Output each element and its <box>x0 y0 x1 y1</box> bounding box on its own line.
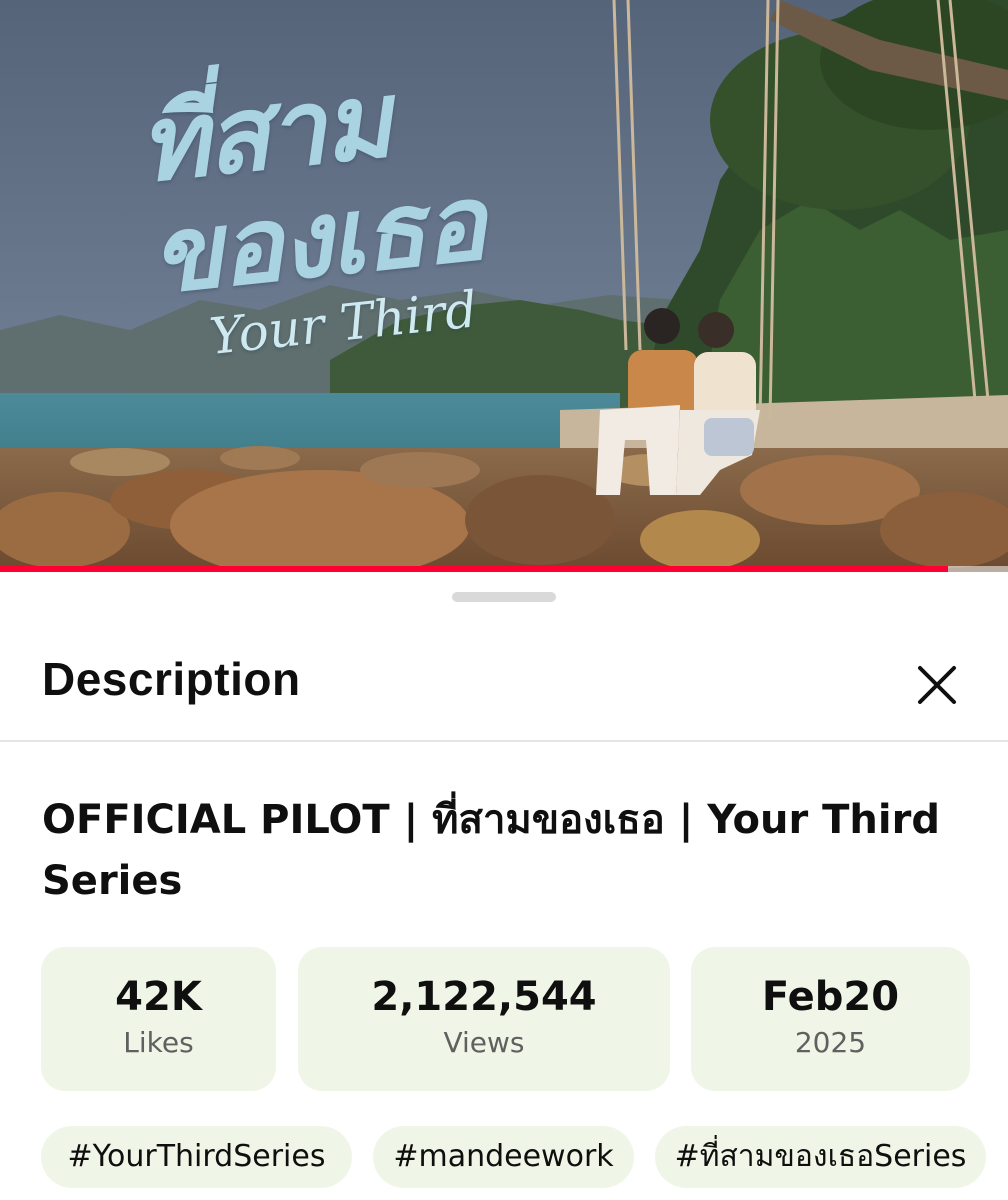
views-label: Views <box>443 1026 525 1059</box>
sheet-drag-handle[interactable] <box>452 592 556 602</box>
close-button[interactable] <box>906 654 968 716</box>
publish-year: 2025 <box>794 1026 867 1059</box>
title-art-thai: ที่สามของเธอ <box>133 58 490 318</box>
hashtag-chip[interactable]: #mandeework <box>373 1126 634 1188</box>
hashtag-row: #YourThirdSeries #mandeework #ที่สามของเ… <box>0 1126 1008 1200</box>
hashtag-chip[interactable]: #YourThirdSeries <box>41 1126 352 1188</box>
hashtag-chip[interactable]: #ที่สามของเธอSeries <box>655 1126 986 1188</box>
views-count: 2,122,544 <box>371 974 597 1020</box>
description-sheet: Description OFFICIAL PILOT | ที่สามของเธ… <box>0 572 1008 1200</box>
publish-date: Feb20 <box>761 974 900 1020</box>
likes-count: 42K <box>115 974 202 1020</box>
close-icon <box>918 666 956 704</box>
likes-label: Likes <box>123 1026 194 1059</box>
sheet-header: Description <box>0 632 1008 742</box>
likes-stat: 42K Likes <box>41 947 276 1091</box>
stats-row: 42K Likes 2,122,544 Views Feb20 2025 <box>0 947 1008 1091</box>
video-player[interactable]: ที่สามของเธอ Your Third <box>0 0 1008 572</box>
video-title: OFFICIAL PILOT | ที่สามของเธอ | Your Thi… <box>42 797 940 904</box>
views-stat: 2,122,544 Views <box>298 947 670 1091</box>
title-art-overlay: ที่สามของเธอ Your Third <box>133 52 527 418</box>
publish-date-stat: Feb20 2025 <box>691 947 970 1091</box>
sheet-title: Description <box>42 653 301 705</box>
